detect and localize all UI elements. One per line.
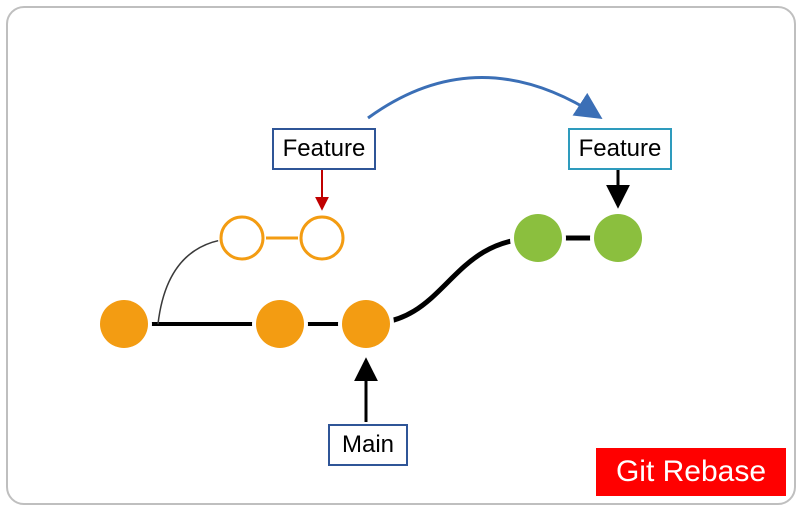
feature-new-text: Feature <box>579 135 662 163</box>
main-text: Main <box>342 431 394 459</box>
diagram-frame: Feature Feature Main Git Rebase <box>6 6 796 505</box>
feature-new-label: Feature <box>568 128 672 170</box>
feature-old-label: Feature <box>272 128 376 170</box>
rebase-arc <box>368 77 598 118</box>
diagram-title: Git Rebase <box>596 448 786 496</box>
main-label: Main <box>328 424 408 466</box>
feature-old-text: Feature <box>283 135 366 163</box>
diagram-title-text: Git Rebase <box>616 455 766 489</box>
